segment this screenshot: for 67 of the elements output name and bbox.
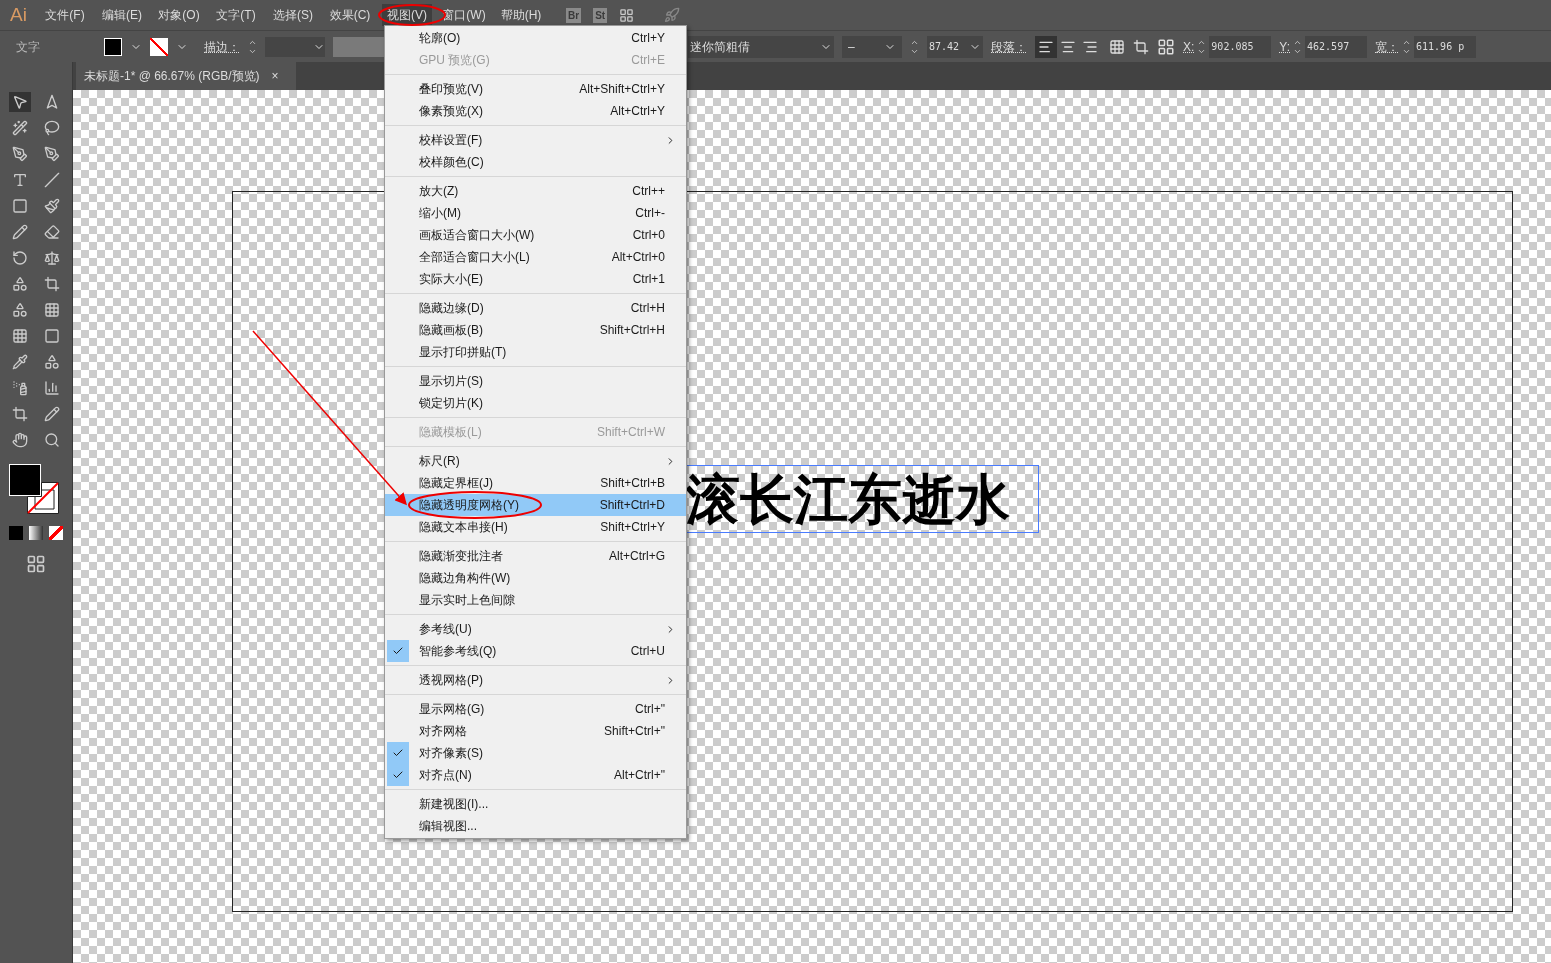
menu-option[interactable]: 轮廓(O) Ctrl+Y <box>385 27 686 49</box>
fill-color-swatch[interactable] <box>9 464 41 496</box>
menu-item[interactable]: 文件(F) <box>40 4 90 26</box>
menu-option[interactable]: 校样颜色(C) <box>385 151 686 173</box>
text-bounding-box[interactable]: 滚长江东逝水 <box>685 465 1039 533</box>
menu-option[interactable]: 锁定切片(K) <box>385 392 686 414</box>
menu-option[interactable]: 全部适合窗口大小(L) Alt+Ctrl+0 <box>385 246 686 268</box>
font-style-field[interactable]: – <box>842 35 902 58</box>
none-mode-swatch[interactable] <box>49 526 63 540</box>
menu-option[interactable]: 画板适合窗口大小(W) Ctrl+0 <box>385 224 686 246</box>
coordinate-field[interactable]: 902.085 <box>1209 35 1272 58</box>
menu-option[interactable]: 隐藏边角构件(W) <box>385 567 686 589</box>
coordinate-label[interactable]: 宽： <box>1375 37 1400 56</box>
menu-option[interactable]: 新建视图(I)... <box>385 793 686 815</box>
menu-item[interactable]: 效果(C) <box>325 4 375 26</box>
menu-option[interactable]: 对齐网格 Shift+Ctrl+" <box>385 720 686 742</box>
coordinate-field[interactable]: 611.96 p <box>1414 35 1477 58</box>
align-left-icon[interactable] <box>1035 35 1057 58</box>
menu-item[interactable]: 文字(T) <box>211 4 261 26</box>
paragraph-label[interactable]: 段落： <box>991 37 1027 56</box>
app-logo: Ai <box>9 2 28 27</box>
menu-item[interactable]: 选择(S) <box>268 4 318 26</box>
menu-option[interactable]: 实际大小(E) Ctrl+1 <box>385 268 686 290</box>
menu-option[interactable]: 放大(Z) Ctrl++ <box>385 180 686 202</box>
menu-option[interactable]: 隐藏画板(B) Shift+Ctrl+H <box>385 319 686 341</box>
menu-option[interactable]: 参考线(U) <box>385 618 686 640</box>
color-mode-swatch[interactable] <box>9 526 23 540</box>
menu-option[interactable]: 显示切片(S) <box>385 370 686 392</box>
menu-option[interactable]: 透视网格(P) <box>385 669 686 691</box>
stroke-weight-field[interactable] <box>265 36 325 57</box>
menu-item[interactable]: 编辑(E) <box>97 4 147 26</box>
fill-swatch[interactable] <box>104 37 122 56</box>
font-field[interactable]: 迷你简粗倩 <box>688 35 834 58</box>
menu-option[interactable]: 缩小(M) Ctrl+- <box>385 202 686 224</box>
reference-point-icon[interactable] <box>1157 37 1175 56</box>
control-label: 文字 <box>16 38 41 56</box>
menu-option[interactable]: 叠印预览(V) Alt+Shift+Ctrl+Y <box>385 78 686 100</box>
screen-mode-icon[interactable] <box>26 554 46 574</box>
menu-item[interactable]: 对象(O) <box>154 4 204 26</box>
menu-item[interactable]: 帮助(H) <box>496 4 546 26</box>
menu-option[interactable]: 隐藏文本串接(H) Shift+Ctrl+Y <box>385 516 686 538</box>
document-tab[interactable]: 未标题-1* @ 66.67% (RGB/预览) × <box>76 62 296 90</box>
font-size-field[interactable]: 87.42 <box>927 35 983 58</box>
menu-option[interactable]: 显示网格(G) Ctrl+" <box>385 698 686 720</box>
menu-option[interactable]: 编辑视图... <box>385 815 686 837</box>
menu-option[interactable]: 对齐点(N) Alt+Ctrl+" <box>385 764 686 786</box>
coordinate-label[interactable]: X: <box>1183 37 1195 56</box>
menu-option[interactable]: 标尺(R) <box>385 450 686 472</box>
coordinate-label[interactable]: Y: <box>1279 37 1291 56</box>
stroke-label[interactable]: 描边： <box>204 37 240 56</box>
menu-option[interactable]: 隐藏边缘(D) Ctrl+H <box>385 297 686 319</box>
workspace-icon[interactable] <box>619 7 635 23</box>
gradient-mode-swatch[interactable] <box>29 526 43 540</box>
document-title: 未标题-1* @ 66.67% (RGB/预览) <box>84 68 260 85</box>
menu-option[interactable]: 隐藏透明度网格(Y) Shift+Ctrl+D <box>385 494 686 516</box>
menu-option[interactable]: 校样设置(F) <box>385 129 686 151</box>
menu-option[interactable]: 智能参考线(Q) Ctrl+U <box>385 640 686 662</box>
close-tab-button[interactable]: × <box>271 67 279 85</box>
stroke-swatch[interactable] <box>150 37 168 56</box>
menu-option[interactable]: 隐藏定界框(J) Shift+Ctrl+B <box>385 472 686 494</box>
coordinate-field[interactable]: 462.597 <box>1305 35 1368 58</box>
menu-option[interactable]: 显示实时上色间隙 <box>385 589 686 611</box>
canvas-text: 滚长江东逝水 <box>686 472 1010 526</box>
menu-option[interactable]: 隐藏渐变批注者 Alt+Ctrl+G <box>385 545 686 567</box>
menu-option[interactable]: 对齐像素(S) <box>385 742 686 764</box>
menu-option[interactable]: 像素预览(X) Alt+Ctrl+Y <box>385 100 686 122</box>
menu-option[interactable]: 显示打印拼贴(T) <box>385 341 686 363</box>
